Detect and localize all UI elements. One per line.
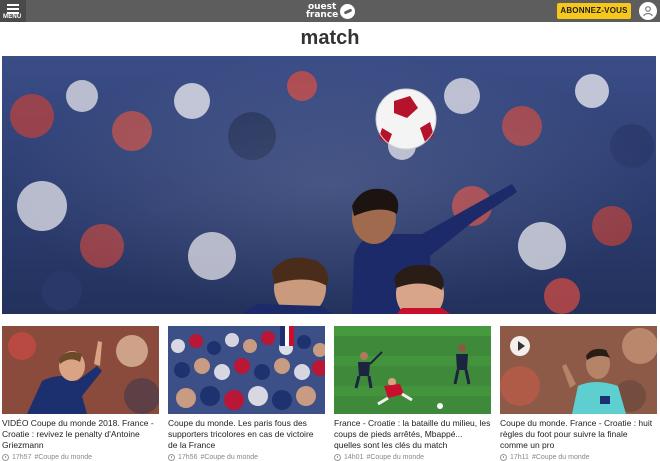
article-thumbnail[interactable] (500, 326, 657, 414)
subscribe-button[interactable]: ABONNEZ-VOUS (557, 3, 631, 19)
article-card[interactable]: Coupe du monde. Les paris fous des suppo… (168, 326, 325, 461)
article-card[interactable]: France - Croatie : la bataille du milieu… (334, 326, 491, 461)
clock-icon (168, 454, 175, 461)
article-meta: 17h56 #Coupe du monde (168, 454, 325, 461)
article-meta: 14h01 #Coupe du monde (334, 454, 491, 461)
article-card[interactable]: VIDÉO Coupe du monde 2018. France - Croa… (2, 326, 159, 461)
logo-mark-icon (340, 3, 356, 19)
clock-icon (334, 454, 341, 461)
user-icon (643, 6, 653, 17)
article-time: 17h57 (12, 454, 32, 461)
article-tag[interactable]: #Coupe du monde (34, 454, 92, 461)
account-button[interactable] (639, 2, 657, 20)
article-tag[interactable]: #Coupe du monde (532, 454, 590, 461)
article-time: 17h11 (510, 454, 529, 461)
article-time: 14h01 (344, 454, 364, 461)
article-tag[interactable]: #Coupe du monde (200, 454, 258, 461)
hero-image[interactable] (2, 56, 656, 314)
article-tag[interactable]: #Coupe du monde (366, 454, 424, 461)
logo-line-2: france (306, 10, 339, 20)
site-logo[interactable]: ouest france (306, 2, 356, 20)
menu-label: MENU (3, 14, 22, 20)
clock-icon (500, 454, 507, 461)
article-thumbnail[interactable] (334, 326, 491, 414)
article-caption[interactable]: France - Croatie : la bataille du milieu… (334, 418, 491, 451)
article-meta: 17h57 #Coupe du monde (2, 454, 159, 461)
logo-text: ouest france (306, 3, 339, 20)
article-time: 17h56 (178, 454, 198, 461)
article-caption[interactable]: VIDÉO Coupe du monde 2018. France - Croa… (2, 418, 159, 451)
clock-icon (2, 454, 9, 461)
menu-button[interactable]: MENU (0, 0, 26, 22)
article-meta: 17h11 #Coupe du monde (500, 454, 657, 461)
article-caption[interactable]: Coupe du monde. Les paris fous des suppo… (168, 418, 325, 451)
article-thumbnail[interactable] (2, 326, 159, 414)
play-icon[interactable] (510, 336, 530, 356)
article-thumbnail[interactable] (168, 326, 325, 414)
article-caption[interactable]: Coupe du monde. France - Croatie : huit … (500, 418, 657, 451)
article-card[interactable]: Coupe du monde. France - Croatie : huit … (500, 326, 657, 461)
top-bar: MENU ouest france ABONNEZ-VOUS (0, 0, 660, 22)
page-title: match (300, 27, 360, 49)
